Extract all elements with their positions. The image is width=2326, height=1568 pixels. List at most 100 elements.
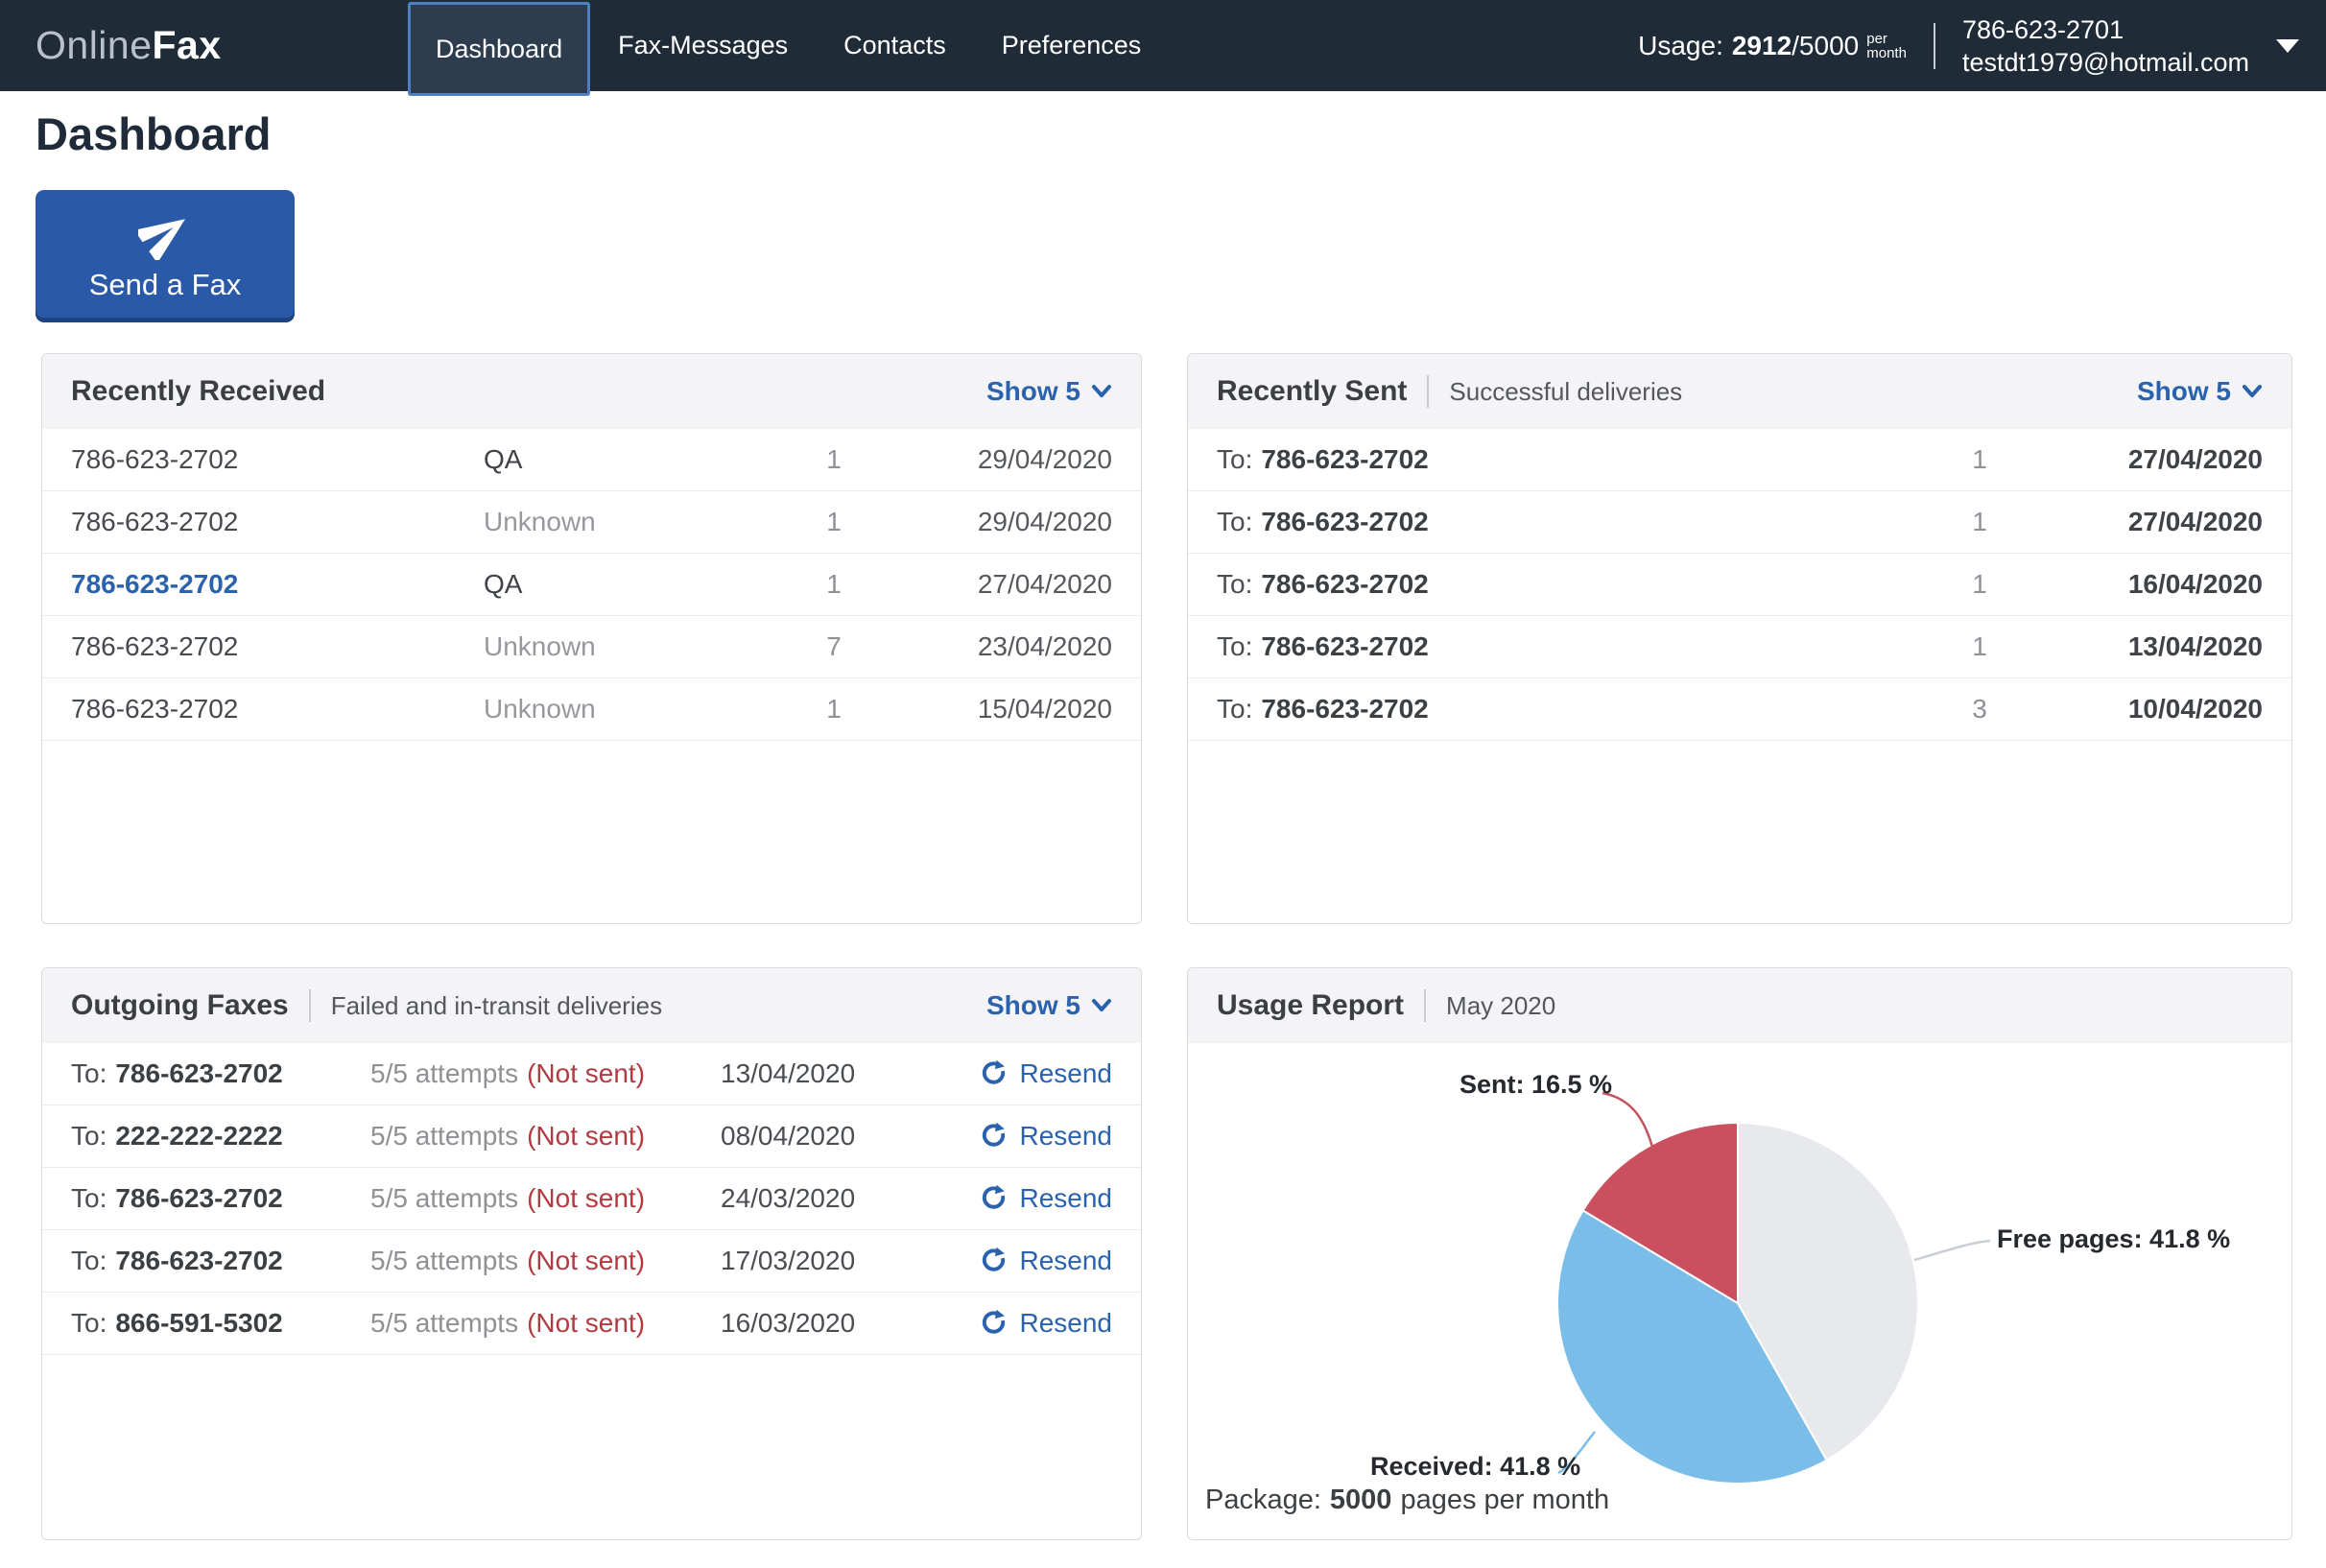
sent-page-count: 3 xyxy=(1936,694,2023,725)
tab-fax-messages[interactable]: Fax-Messages xyxy=(590,0,816,91)
account-caret-down-icon[interactable] xyxy=(2276,39,2299,53)
onlinefax-dashboard: OnlineFax Dashboard Fax-Messages Contact… xyxy=(0,0,2326,1568)
received-from-number-link[interactable]: 786-623-2702 xyxy=(71,569,484,600)
chevron-down-icon xyxy=(1091,384,1112,399)
recently-received-panel: Recently Received Show 5 786-623-2702 QA… xyxy=(41,353,1142,924)
page-title: Dashboard xyxy=(36,107,272,160)
outgoing-date: 13/04/2020 xyxy=(721,1058,961,1089)
send-a-fax-button[interactable]: Send a Fax xyxy=(36,190,295,318)
usage-report-subtitle: May 2020 xyxy=(1446,991,1555,1021)
outgoing-fax-row[interactable]: To:786-623-2702 5/5 attempts(Not sent) 1… xyxy=(42,1230,1141,1293)
attempts-count: 5/5 attempts xyxy=(370,1121,518,1151)
account-phone: 786-623-2701 xyxy=(1962,13,2249,46)
resend-label: Resend xyxy=(1019,1058,1112,1089)
attempts-count: 5/5 attempts xyxy=(370,1246,518,1275)
outgoing-fax-row[interactable]: To:222-222-2222 5/5 attempts(Not sent) 0… xyxy=(42,1105,1141,1168)
sent-fax-row[interactable]: To:786-623-2702 1 13/04/2020 xyxy=(1188,616,2291,678)
to-label: To: xyxy=(71,1121,107,1151)
sent-to-number: 786-623-2702 xyxy=(1261,694,1428,724)
outgoing-date: 17/03/2020 xyxy=(721,1246,961,1276)
sent-date: 27/04/2020 xyxy=(2023,507,2263,537)
received-fax-row[interactable]: 786-623-2702 Unknown 1 15/04/2020 xyxy=(42,678,1141,741)
not-sent-status: (Not sent) xyxy=(527,1246,645,1275)
received-date: 29/04/2020 xyxy=(877,507,1112,537)
sent-date: 27/04/2020 xyxy=(2023,444,2263,475)
recently-sent-show-5[interactable]: Show 5 xyxy=(2137,376,2263,407)
outgoing-to-number: 866-591-5302 xyxy=(115,1308,282,1338)
resend-label: Resend xyxy=(1019,1183,1112,1214)
brand-logo[interactable]: OnlineFax xyxy=(36,0,222,91)
sent-page-count: 1 xyxy=(1936,569,2023,600)
to-label: To: xyxy=(71,1246,107,1275)
received-page-count: 7 xyxy=(791,631,877,662)
refresh-icon xyxy=(980,1309,1009,1338)
received-sender-name: Unknown xyxy=(484,507,791,537)
to-label: To: xyxy=(71,1058,107,1088)
sent-date: 10/04/2020 xyxy=(2023,694,2263,725)
resend-link[interactable]: Resend xyxy=(961,1246,1112,1276)
received-sender-name: QA xyxy=(484,444,791,475)
account-info[interactable]: 786-623-2701 testdt1979@hotmail.com xyxy=(1962,13,2249,79)
received-date: 23/04/2020 xyxy=(877,631,1112,662)
usage-pie-chart: Sent: 16.5 % Free pages: 41.8 % Received… xyxy=(1188,1043,2291,1540)
account-email: testdt1979@hotmail.com xyxy=(1962,46,2249,79)
send-a-fax-label: Send a Fax xyxy=(89,268,242,302)
usage-counter: Usage:2912/5000 per month xyxy=(1638,31,1907,61)
to-label: To: xyxy=(1217,569,1252,599)
recently-received-show-5[interactable]: Show 5 xyxy=(986,376,1112,407)
not-sent-status: (Not sent) xyxy=(527,1121,645,1151)
recently-received-title: Recently Received xyxy=(71,375,325,408)
outgoing-faxes-show-5[interactable]: Show 5 xyxy=(986,990,1112,1021)
recently-sent-title: Recently Sent xyxy=(1217,375,1407,408)
tab-preferences[interactable]: Preferences xyxy=(974,0,1170,91)
refresh-icon xyxy=(980,1184,1009,1213)
recently-sent-panel: Recently Sent Successful deliveries Show… xyxy=(1187,353,2292,924)
package-info: Package:5000pages per month xyxy=(1205,1485,1609,1516)
received-from-number: 786-623-2702 xyxy=(71,444,484,475)
resend-label: Resend xyxy=(1019,1308,1112,1339)
sent-fax-row[interactable]: To:786-623-2702 1 27/04/2020 xyxy=(1188,429,2291,491)
recently-received-header: Recently Received Show 5 xyxy=(42,354,1141,429)
package-value: 5000 xyxy=(1330,1485,1392,1515)
recently-sent-header: Recently Sent Successful deliveries Show… xyxy=(1188,354,2291,429)
sent-fax-row[interactable]: To:786-623-2702 1 27/04/2020 xyxy=(1188,491,2291,554)
received-fax-row-unread[interactable]: 786-623-2702 QA 1 27/04/2020 xyxy=(42,554,1141,616)
sent-page-count: 1 xyxy=(1936,444,2023,475)
resend-link[interactable]: Resend xyxy=(961,1121,1112,1152)
refresh-icon xyxy=(980,1247,1009,1275)
attempts-count: 5/5 attempts xyxy=(370,1308,518,1338)
tab-contacts-label: Contacts xyxy=(843,31,946,60)
resend-link[interactable]: Resend xyxy=(961,1183,1112,1214)
usage-report-title: Usage Report xyxy=(1217,989,1404,1022)
callout-line-free-pages xyxy=(1914,1241,1990,1260)
usage-label: Usage: xyxy=(1638,31,1723,61)
to-label: To: xyxy=(1217,631,1252,661)
tab-dashboard[interactable]: Dashboard xyxy=(408,2,590,96)
resend-link[interactable]: Resend xyxy=(961,1308,1112,1339)
tab-dashboard-label: Dashboard xyxy=(436,35,562,64)
sent-to-number: 786-623-2702 xyxy=(1261,631,1428,661)
main-nav-tabs: Dashboard Fax-Messages Contacts Preferen… xyxy=(408,0,1169,91)
usage-per-month: per month xyxy=(1866,32,1907,60)
resend-link[interactable]: Resend xyxy=(961,1058,1112,1089)
sent-page-count: 1 xyxy=(1936,631,2023,662)
outgoing-fax-row[interactable]: To:786-623-2702 5/5 attempts(Not sent) 1… xyxy=(42,1043,1141,1105)
usage-quota: /5000 xyxy=(1792,31,1859,61)
sent-fax-row[interactable]: To:786-623-2702 1 16/04/2020 xyxy=(1188,554,2291,616)
resend-label: Resend xyxy=(1019,1246,1112,1276)
pie-label-sent: Sent: 16.5 % xyxy=(1460,1070,1612,1100)
outgoing-fax-row[interactable]: To:866-591-5302 5/5 attempts(Not sent) 1… xyxy=(42,1293,1141,1355)
resend-label: Resend xyxy=(1019,1121,1112,1152)
received-fax-row[interactable]: 786-623-2702 Unknown 7 23/04/2020 xyxy=(42,616,1141,678)
tab-contacts[interactable]: Contacts xyxy=(816,0,974,91)
received-fax-row[interactable]: 786-623-2702 Unknown 1 29/04/2020 xyxy=(42,491,1141,554)
brand-fax: Fax xyxy=(153,23,222,68)
received-date: 29/04/2020 xyxy=(877,444,1112,475)
outgoing-faxes-subtitle: Failed and in-transit deliveries xyxy=(331,991,662,1021)
sent-fax-row[interactable]: To:786-623-2702 3 10/04/2020 xyxy=(1188,678,2291,741)
received-fax-row[interactable]: 786-623-2702 QA 1 29/04/2020 xyxy=(42,429,1141,491)
brand-online: Online xyxy=(36,23,153,68)
outgoing-fax-row[interactable]: To:786-623-2702 5/5 attempts(Not sent) 2… xyxy=(42,1168,1141,1230)
outgoing-faxes-panel: Outgoing Faxes Failed and in-transit del… xyxy=(41,967,1142,1540)
pie-label-free-pages: Free pages: 41.8 % xyxy=(1997,1224,2230,1254)
